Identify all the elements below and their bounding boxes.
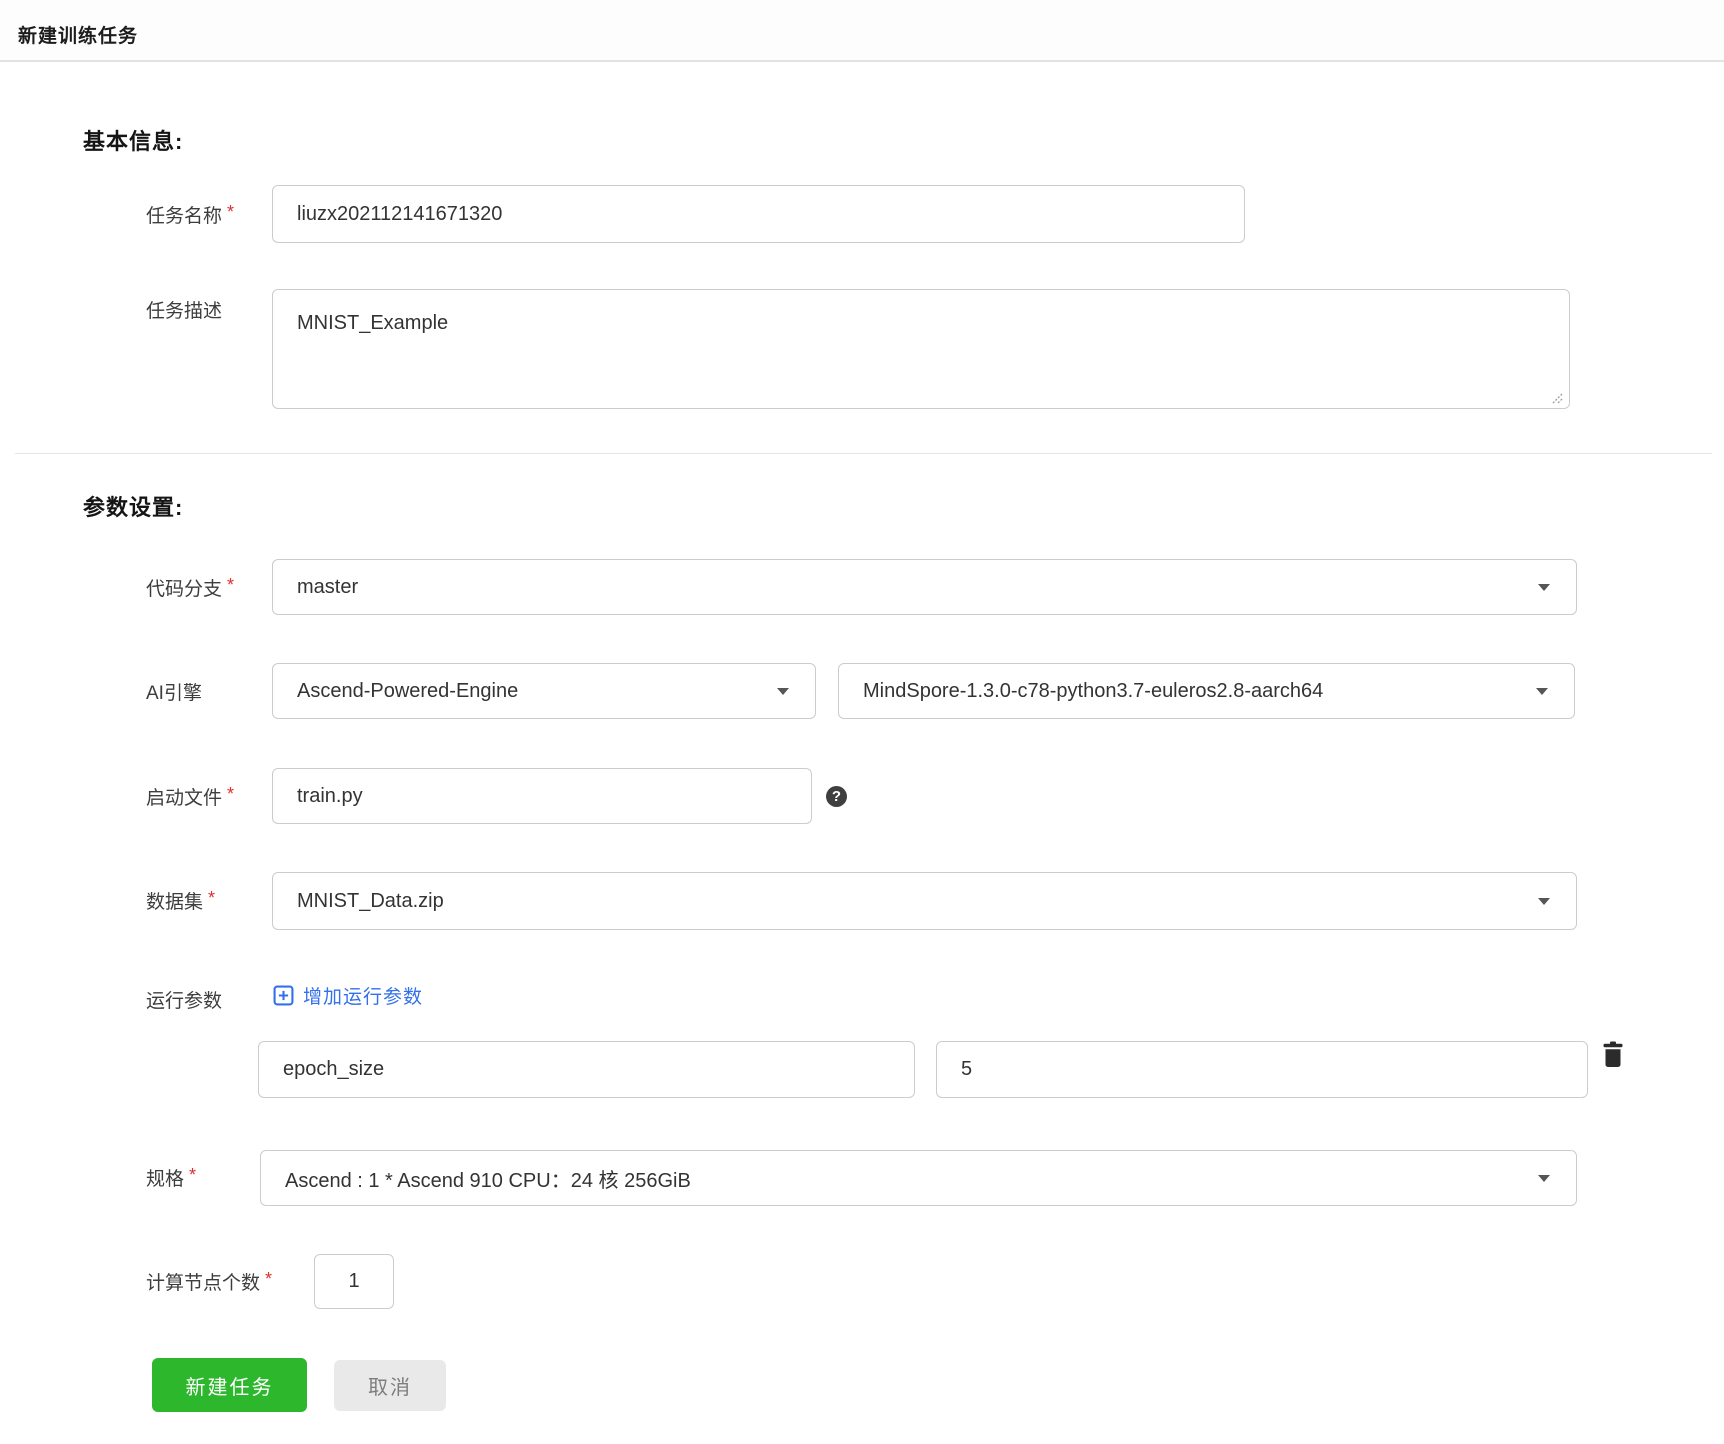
task-desc-textarea[interactable]: MNIST_Example (272, 289, 1570, 409)
page-title: 新建训练任务 (18, 26, 139, 47)
run-param-key-input[interactable] (258, 1041, 915, 1098)
required-asterisk: * (208, 888, 216, 908)
ai-engine-select[interactable]: Ascend-Powered-Engine (272, 663, 816, 719)
cancel-button[interactable]: 取消 (334, 1360, 446, 1411)
required-asterisk: * (227, 575, 235, 595)
section-divider (15, 453, 1712, 454)
label-text: AI引擎 (146, 683, 202, 704)
add-icon (273, 985, 294, 1006)
field-label-task-desc: 任务描述 (146, 296, 222, 323)
chevron-down-icon (1538, 1174, 1550, 1182)
help-glyph: ? (831, 788, 842, 805)
chevron-down-icon (777, 687, 789, 695)
field-label-spec: 规格 * (146, 1164, 196, 1191)
chevron-down-icon (1536, 687, 1548, 695)
section-title-basic: 基本信息: (83, 129, 184, 154)
add-run-param-link[interactable]: 增加运行参数 (273, 982, 423, 1009)
resize-handle-icon[interactable] (1548, 389, 1564, 405)
required-asterisk: * (227, 202, 235, 222)
label-text: 运行参数 (146, 991, 223, 1012)
node-count-input[interactable] (314, 1254, 394, 1309)
section-title-params: 参数设置: (83, 495, 184, 520)
ai-engine-version-value: MindSpore-1.3.0-c78-python3.7-euleros2.8… (863, 679, 1324, 702)
field-label-task-name: 任务名称 * (146, 201, 234, 228)
label-text: 启动文件 (146, 788, 223, 809)
field-label-boot-file: 启动文件 * (146, 783, 234, 810)
label-text: 代码分支 (146, 579, 223, 600)
code-branch-value: master (297, 575, 359, 598)
field-label-dataset: 数据集 * (146, 887, 215, 914)
chevron-down-icon (1538, 583, 1550, 591)
label-text: 规格 (146, 1169, 185, 1190)
spec-value: Ascend : 1 * Ascend 910 CPU：24 核 256GiB (285, 1169, 691, 1192)
run-param-value-input[interactable] (936, 1041, 1588, 1098)
delete-icon[interactable] (1601, 1041, 1625, 1068)
field-label-node-count: 计算节点个数 * (146, 1268, 272, 1295)
required-asterisk: * (227, 784, 235, 804)
required-asterisk: * (265, 1269, 273, 1289)
add-run-param-label: 增加运行参数 (303, 987, 424, 1008)
ai-engine-version-select[interactable]: MindSpore-1.3.0-c78-python3.7-euleros2.8… (838, 663, 1575, 719)
spec-select[interactable]: Ascend : 1 * Ascend 910 CPU：24 核 256GiB (260, 1150, 1577, 1206)
new-training-task-page: 新建训练任务 基本信息: 任务名称* 任务描述 MNIST_Example 参数… (0, 0, 1724, 1444)
page-header: 新建训练任务 (0, 0, 1724, 62)
label-text: 任务描述 (146, 301, 223, 322)
ai-engine-value: Ascend-Powered-Engine (297, 679, 519, 702)
code-branch-select[interactable]: master (272, 559, 1577, 615)
label-text: 任务名称 (146, 206, 223, 227)
boot-file-input[interactable] (272, 768, 812, 824)
create-task-button[interactable]: 新建任务 (152, 1358, 307, 1412)
task-name-input[interactable] (272, 185, 1245, 243)
label-text: 数据集 (146, 892, 204, 913)
field-label-run-params: 运行参数 (146, 986, 222, 1013)
chevron-down-icon (1538, 897, 1550, 905)
field-label-code-branch: 代码分支 * (146, 574, 234, 601)
help-icon[interactable]: ? (826, 786, 847, 807)
required-asterisk: * (189, 1165, 197, 1185)
field-label-ai-engine: AI引擎 (146, 678, 202, 705)
dataset-select[interactable]: MNIST_Data.zip (272, 872, 1577, 930)
dataset-value: MNIST_Data.zip (297, 889, 444, 912)
label-text: 计算节点个数 (146, 1273, 261, 1294)
